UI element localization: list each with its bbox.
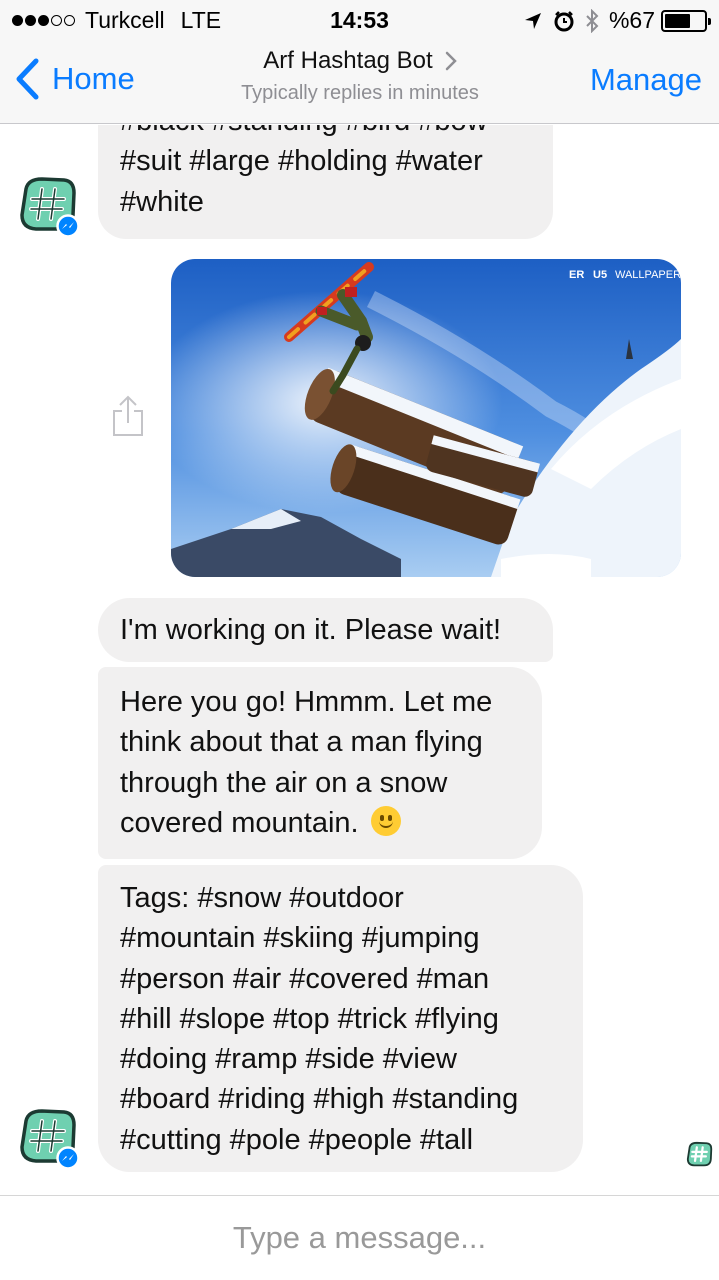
navigation-bar: Home Arf Hashtag Bot Typically replies i… [0,40,719,124]
message-line: #board #riding #high #standing [120,1083,519,1116]
message-input[interactable]: Type a message... [0,1220,719,1256]
message-thread[interactable]: #black #standing #bird #bow #suit #large… [0,125,719,1194]
conversation-title-row: Arf Hashtag Bot [160,46,560,76]
message-line: #cutting #pole #people #tall [120,1123,474,1156]
message-line: #hill #slope #top #trick #flying [120,1002,499,1035]
location-arrow-icon [523,11,543,31]
status-right: %67 [523,7,711,34]
photo-watermark-text: WALLPAPER [615,269,681,281]
bot-avatar[interactable] [18,1107,80,1170]
message-bubble-tags: Tags: #snow #outdoor #mountain #skiing #… [98,865,583,1172]
read-receipt-avatar-icon [686,1141,714,1174]
svg-text:ER: ER [569,269,584,281]
alarm-clock-icon [553,10,575,32]
share-icon[interactable] [110,395,146,442]
bluetooth-icon [585,8,599,33]
conversation-subtitle: Typically replies in minutes [241,82,479,104]
svg-text:U5: U5 [593,269,607,281]
status-bar: Turkcell LTE 14:53 %67 [0,0,719,40]
message-bubble-caption: Here you go! Hmmm. Let me think about th… [98,667,542,859]
message-line: #mountain #skiing #jumping [120,922,480,955]
message-line: #white [120,185,204,218]
message-line: Here you go! Hmmm. Let me [120,686,493,718]
message-bubble-tags-previous: #black #standing #bird #bow #suit #large… [98,125,553,239]
message-line: #suit #large #holding #water [120,145,483,178]
message-line-last: covered mountain. [120,803,520,843]
back-button-label: Home [52,61,135,96]
message-line: #black #standing #bird #bow [120,125,531,141]
conversation-title: Arf Hashtag Bot [263,47,433,74]
smiley-emoji-icon [370,805,401,836]
battery-icon [661,9,711,32]
message-line: Tags: #snow #outdoor [120,882,404,914]
chevron-right-icon [445,51,457,71]
back-button[interactable]: Home [14,58,135,100]
bot-avatar[interactable] [18,175,80,238]
battery-percent: %67 [608,7,655,33]
message-bubble-working: I'm working on it. Please wait! [98,598,553,662]
message-line: covered mountain. [120,806,359,839]
message-line: #doing #ramp #side #view [120,1043,457,1076]
manage-button[interactable]: Manage [590,62,702,98]
message-line: through the air on a snow [120,766,448,799]
message-composer: Type a message... [0,1195,719,1280]
conversation-header[interactable]: Arf Hashtag Bot Typically replies in min… [160,46,560,105]
message-line: think about that a man flying [120,726,483,759]
message-line: #person #air #covered #man [120,962,490,995]
chevron-left-icon [16,58,39,100]
shared-photo[interactable]: ER U5 WALLPAPER [171,259,681,577]
